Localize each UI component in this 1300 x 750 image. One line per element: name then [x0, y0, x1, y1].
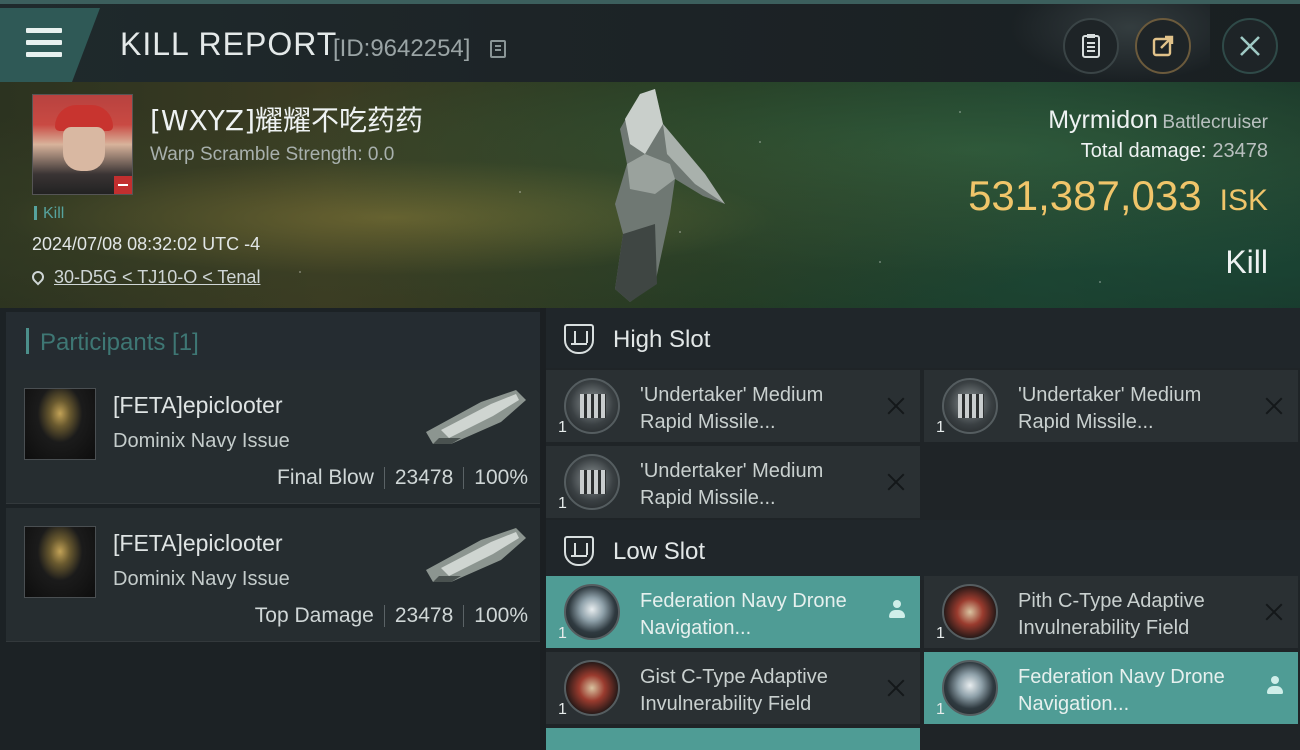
participant-role: Final Blow [277, 466, 374, 489]
low-slot-icon [564, 536, 594, 566]
item-quantity: 1 [936, 701, 945, 718]
ship-image [615, 89, 725, 302]
low-slot-label: Low Slot [613, 538, 706, 565]
location-link[interactable]: 30-D5G < TJ10-O < Tenal [29, 267, 260, 288]
item-name: 'Undertaker' Medium Rapid Missile... [640, 384, 824, 433]
item-quantity: 1 [558, 419, 567, 436]
fitted-item[interactable]: 1 'Undertaker' Medium Rapid Missile... [924, 370, 1298, 442]
kill-banner: [WXYZ]耀耀不吃药药 Warp Scramble Strength: 0.0… [0, 82, 1300, 308]
isk-value: 531,387,033 ISK [968, 172, 1268, 220]
menu-button[interactable] [0, 8, 100, 82]
missile-launcher-icon [564, 454, 620, 510]
low-slot-header: Low Slot [546, 520, 1300, 580]
drone-navigation-icon [564, 584, 620, 640]
item-quantity: 1 [558, 495, 567, 512]
close-button[interactable] [1222, 18, 1278, 74]
participant-damage: 23478 [394, 604, 454, 627]
map-pin-icon [29, 268, 47, 286]
participant-portrait[interactable] [24, 388, 96, 460]
ship-class: Battlecruiser [1162, 112, 1268, 133]
participant-stats: Top Damage 23478 100% [255, 604, 528, 628]
participants-panel: Participants [1] [FETA]epiclooter Domini… [0, 308, 540, 750]
destroyed-x-icon [886, 472, 906, 492]
item-quantity: 1 [936, 625, 945, 642]
participants-label: Participants [1] [40, 329, 199, 356]
item-quantity: 1 [936, 419, 945, 436]
destroyed-x-icon [886, 396, 906, 416]
kill-id: [ID:9642254] [333, 35, 471, 62]
participant-ship: Dominix Navy Issue [113, 568, 290, 590]
shield-field-icon [942, 584, 998, 640]
drone-navigation-icon [942, 660, 998, 716]
isk-amount: 531,387,033 [968, 172, 1202, 219]
location-text[interactable]: 30-D5G < TJ10-O < Tenal [54, 267, 260, 287]
destroyed-x-icon [1264, 396, 1284, 416]
participant-damage: 23478 [394, 466, 454, 489]
fitted-item[interactable]: 1 Federation Navy Drone Navigation... [546, 576, 920, 648]
missile-launcher-icon [564, 378, 620, 434]
participant-ship-icon [426, 528, 526, 582]
item-name: 'Undertaker' Medium Rapid Missile... [640, 460, 824, 509]
total-damage-value: 23478 [1212, 140, 1268, 162]
share-button[interactable] [1135, 18, 1191, 74]
kill-result: Kill [1225, 244, 1268, 280]
dropped-person-icon [1266, 676, 1284, 698]
fitting-panel: High Slot 1 'Undertaker' Medium Rapid Mi… [546, 308, 1300, 750]
fitted-item[interactable]: 1 Pith C-Type Adaptive Invulnerability F… [924, 576, 1298, 648]
hamburger-icon [26, 28, 62, 58]
participant-row[interactable]: [FETA]epiclooter Dominix Navy Issue Fina… [6, 370, 540, 504]
ship-type: Myrmidon Battlecruiser [1048, 106, 1268, 135]
participant-role: Top Damage [254, 604, 374, 627]
victim-avatar[interactable] [32, 94, 133, 195]
item-name: Federation Navy Drone Navigation... [1018, 666, 1225, 715]
item-name: Gist C-Type Adaptive Invulnerability Fie… [640, 666, 828, 715]
participant-portrait[interactable] [24, 526, 96, 598]
share-icon [1152, 35, 1174, 57]
item-name: 'Undertaker' Medium Rapid Missile... [1018, 384, 1202, 433]
participant-percent: 100% [474, 604, 528, 627]
item-name: Pith C-Type Adaptive Invulnerability Fie… [1018, 590, 1205, 639]
missile-launcher-icon [942, 378, 998, 434]
close-icon [1240, 36, 1260, 56]
fitted-item-partial[interactable] [546, 728, 920, 750]
total-damage: Total damage: 23478 [1081, 140, 1268, 163]
fitted-item[interactable]: 1 Federation Navy Drone Navigation... [924, 652, 1298, 724]
high-slot-header: High Slot [546, 308, 1300, 368]
kill-tag: Kill [34, 205, 64, 223]
page-title: KILL REPORT [120, 26, 338, 62]
item-quantity: 1 [558, 625, 567, 642]
high-slot-icon [564, 324, 594, 354]
kill-timestamp: 2024/07/08 08:32:02 UTC -4 [32, 234, 261, 254]
participant-ship-icon [426, 390, 526, 444]
item-quantity: 1 [558, 701, 567, 718]
fitted-item[interactable]: 1 'Undertaker' Medium Rapid Missile... [546, 370, 920, 442]
participant-name: [FETA]epiclooter [113, 392, 283, 418]
isk-currency: ISK [1219, 184, 1268, 217]
shield-field-icon [564, 660, 620, 716]
warp-scramble-strength: Warp Scramble Strength: 0.0 [150, 144, 395, 165]
top-bar: KILL REPORT [ID:9642254] [0, 0, 1300, 82]
fitted-item[interactable]: 1 'Undertaker' Medium Rapid Missile... [546, 446, 920, 518]
report-button[interactable] [1063, 18, 1119, 74]
victim-name[interactable]: [WXYZ]耀耀不吃药药 [150, 99, 423, 139]
participant-stats: Final Blow 23478 100% [277, 466, 528, 490]
dropped-person-icon [888, 600, 906, 622]
destroyed-x-icon [1264, 602, 1284, 622]
participant-ship: Dominix Navy Issue [113, 430, 290, 452]
destroyed-x-icon [886, 678, 906, 698]
item-name: Federation Navy Drone Navigation... [640, 590, 847, 639]
total-damage-label: Total damage: [1080, 140, 1207, 162]
ship-name[interactable]: Myrmidon [1048, 106, 1158, 134]
high-slot-label: High Slot [613, 326, 711, 353]
participant-percent: 100% [474, 466, 528, 489]
fitted-item[interactable]: 1 Gist C-Type Adaptive Invulnerability F… [546, 652, 920, 724]
minus-badge-icon [114, 176, 132, 194]
participant-row[interactable]: [FETA]epiclooter Dominix Navy Issue Top … [6, 508, 540, 642]
clipboard-icon [1082, 34, 1100, 58]
copy-icon[interactable] [490, 40, 506, 58]
participant-name: [FETA]epiclooter [113, 530, 283, 556]
participants-header[interactable]: Participants [1] [6, 312, 540, 370]
